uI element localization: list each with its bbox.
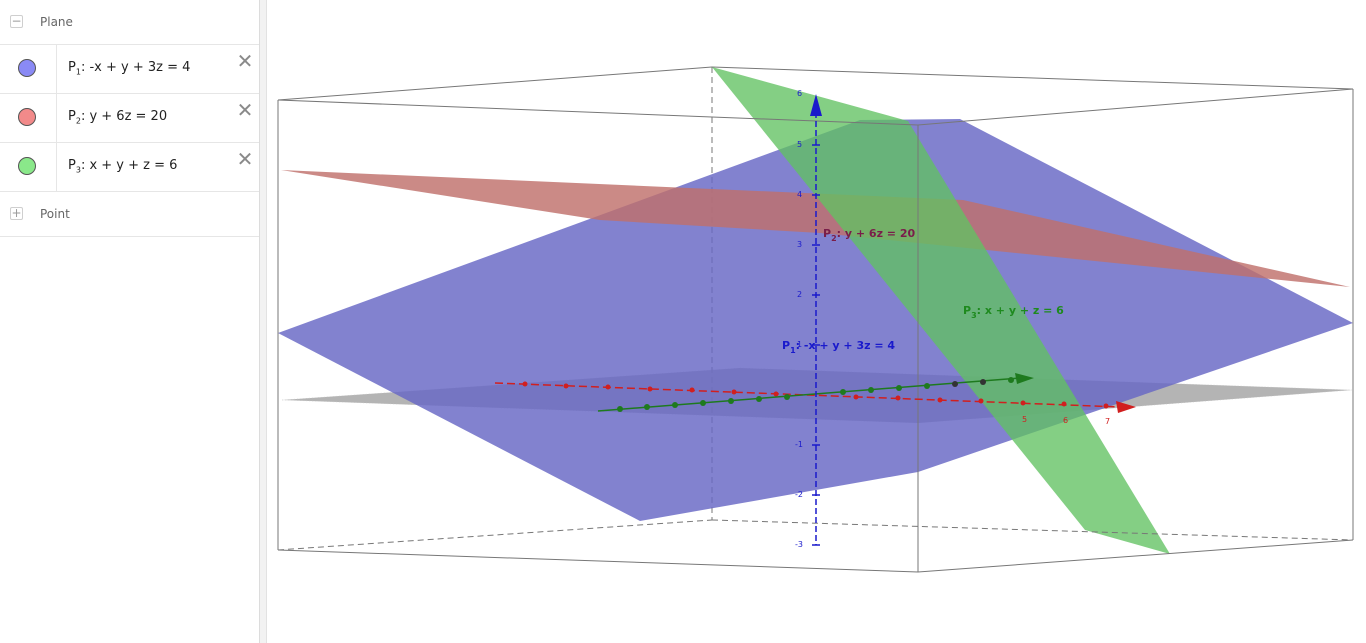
view-splitter[interactable]: [260, 0, 267, 643]
plane-group-label: Plane: [40, 15, 73, 29]
z-tick-label: 5: [797, 140, 802, 149]
collapse-icon[interactable]: −: [10, 15, 23, 28]
delete-p1-close-icon[interactable]: ✕: [235, 51, 255, 71]
x-tick-mark: [937, 397, 943, 403]
x-tick-label: 7: [1105, 417, 1110, 426]
z-tick-label: -2: [795, 490, 803, 499]
x-tick-mark: [895, 395, 901, 401]
y-tick-mark: [1008, 377, 1014, 383]
x-tick-mark: [731, 389, 737, 395]
delete-p2-close-icon[interactable]: ✕: [235, 100, 255, 120]
algebra-row-p3[interactable]: P3: x + y + z = 6 ✕: [0, 143, 259, 192]
label-equation: : x + y + z = 6: [977, 304, 1065, 317]
y-tick-mark: [896, 385, 902, 391]
y-tick-mark: [756, 396, 762, 402]
x-tick-mark: [978, 398, 984, 404]
algebra-row-p2[interactable]: P2: y + 6z = 20 ✕: [0, 94, 259, 143]
equation-text: : y + 6z = 20: [80, 109, 168, 124]
x-tick-label: 5: [1022, 415, 1027, 424]
color-swatch-p3[interactable]: [18, 157, 36, 175]
label-equation: : y + 6z = 20: [837, 227, 916, 240]
y-tick-mark: [952, 381, 958, 387]
y-tick-mark: [924, 383, 930, 389]
x-tick-mark: [522, 381, 528, 387]
point-group-header[interactable]: + Point: [0, 192, 259, 237]
x-tick-mark: [563, 383, 569, 389]
label-name: P: [823, 227, 831, 240]
x-tick-mark: [1061, 401, 1067, 407]
algebra-row-p1[interactable]: P1: -x + y + 3z = 4 ✕: [0, 45, 259, 94]
color-swatch-p2[interactable]: [18, 108, 36, 126]
y-tick-mark: [980, 379, 986, 385]
x-tick-label: 6: [1063, 416, 1068, 425]
graphics-canvas[interactable]: 5 6 7 6 5 4 3 2 1 -1 -2 -3 P2: y + 6z = …: [267, 0, 1366, 643]
plane-group-header[interactable]: − Plane: [0, 0, 259, 45]
visibility-toggle-p1[interactable]: [0, 45, 57, 93]
y-tick-mark: [784, 394, 790, 400]
x-tick-mark: [853, 394, 859, 400]
y-tick-mark: [840, 389, 846, 395]
point-group-label: Point: [40, 207, 70, 221]
delete-p3-close-icon[interactable]: ✕: [235, 149, 255, 169]
x-tick-mark: [647, 386, 653, 392]
graphics-3d-view[interactable]: 5 6 7 6 5 4 3 2 1 -1 -2 -3 P2: y + 6z = …: [267, 0, 1366, 643]
label-equation: : -x + y + 3z = 4: [796, 339, 896, 352]
object-name: P: [68, 109, 76, 124]
z-tick-label: 6: [797, 89, 802, 98]
equation-p3[interactable]: P3: x + y + z = 6: [68, 158, 177, 175]
y-tick-mark: [728, 398, 734, 404]
color-swatch-p1[interactable]: [18, 59, 36, 77]
object-name: P: [68, 158, 76, 173]
x-tick-mark: [689, 387, 695, 393]
z-tick-label: 4: [797, 190, 802, 199]
x-tick-mark: [773, 391, 779, 397]
equation-text: : -x + y + 3z = 4: [80, 60, 191, 75]
equation-p2[interactable]: P2: y + 6z = 20: [68, 109, 167, 126]
z-tick-label: -1: [795, 440, 803, 449]
object-name: P: [68, 60, 76, 75]
y-tick-mark: [672, 402, 678, 408]
y-tick-mark: [700, 400, 706, 406]
equation-p1[interactable]: P1: -x + y + 3z = 4: [68, 60, 190, 77]
expand-icon[interactable]: +: [10, 207, 23, 220]
y-tick-mark: [868, 387, 874, 393]
label-name: P: [963, 304, 971, 317]
z-tick-label: -3: [795, 540, 803, 549]
visibility-toggle-p2[interactable]: [0, 94, 57, 142]
visibility-toggle-p3[interactable]: [0, 143, 57, 191]
x-tick-mark: [1020, 400, 1026, 406]
algebra-view: − Plane P1: -x + y + 3z = 4 ✕ P2: y + 6z…: [0, 0, 260, 643]
y-tick-mark: [644, 404, 650, 410]
z-tick-label: 2: [797, 290, 802, 299]
z-tick-label: 3: [797, 240, 802, 249]
label-name: P: [782, 339, 790, 352]
x-tick-mark: [605, 384, 611, 390]
equation-text: : x + y + z = 6: [80, 158, 178, 173]
y-tick-mark: [617, 406, 623, 412]
x-tick-mark: [1103, 403, 1109, 409]
